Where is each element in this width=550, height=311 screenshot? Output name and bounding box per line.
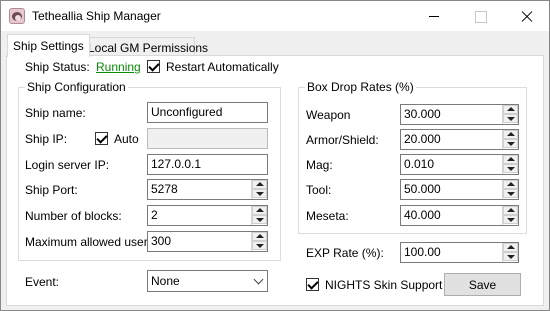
restart-automatically-checkbox[interactable] xyxy=(147,60,160,73)
max-users-label: Maximum allowed users: xyxy=(25,235,158,249)
window-title: Tetheallia Ship Manager xyxy=(32,9,161,23)
login-server-ip-label: Login server IP: xyxy=(25,158,110,172)
tool-rate-label: Tool: xyxy=(306,183,332,197)
armor-shield-rate-spin-buttons xyxy=(502,130,518,149)
ship-port-value: 5278 xyxy=(151,182,178,196)
max-users-down-button[interactable] xyxy=(252,241,267,250)
restart-automatically-label: Restart Automatically xyxy=(166,60,279,74)
meseta-rate-up-button[interactable] xyxy=(503,206,518,215)
ship-ip-auto-label: Auto xyxy=(114,132,139,146)
ship-name-field[interactable]: Unconfigured xyxy=(147,102,268,123)
ship-port-label: Ship Port: xyxy=(25,183,78,197)
armor-shield-rate-value: 20.000 xyxy=(404,132,441,146)
weapon-rate-stepper[interactable]: 30.000 xyxy=(400,104,519,125)
login-server-ip-field[interactable]: 127.0.0.1 xyxy=(147,154,268,175)
number-of-blocks-spin-buttons xyxy=(251,206,267,225)
armor-shield-rate-down-button[interactable] xyxy=(503,139,518,148)
ship-status-label: Ship Status: xyxy=(25,60,90,74)
number-of-blocks-down-button[interactable] xyxy=(252,215,267,224)
mag-rate-stepper[interactable]: 0.010 xyxy=(400,154,519,175)
nights-skin-support-label: NIGHTS Skin Support xyxy=(325,278,443,292)
event-selected-value: None xyxy=(151,274,180,288)
tab-ship-settings[interactable]: Ship Settings xyxy=(7,34,90,57)
tool-rate-spin-buttons xyxy=(502,180,518,199)
event-select[interactable]: None xyxy=(147,270,268,292)
weapon-rate-down-button[interactable] xyxy=(503,114,518,123)
mag-rate-value: 0.010 xyxy=(404,157,435,171)
ship-name-label: Ship name: xyxy=(25,106,86,120)
ship-ip-auto-checkbox[interactable] xyxy=(95,132,108,145)
ship-manager-window: Tetheallia Ship Manager Ship Settings Lo… xyxy=(0,0,550,311)
tool-rate-stepper[interactable]: 50.000 xyxy=(400,179,519,200)
ship-ip-field xyxy=(147,128,268,149)
ship-configuration-title: Ship Configuration xyxy=(25,80,128,94)
tab-local-gm-permissions[interactable]: Local GM Permissions xyxy=(82,37,208,57)
meseta-rate-label: Meseta: xyxy=(306,209,349,223)
armor-shield-rate-up-button[interactable] xyxy=(503,130,518,139)
number-of-blocks-up-button[interactable] xyxy=(252,206,267,215)
minimize-button[interactable] xyxy=(411,1,457,31)
exp-rate-value: 100.00 xyxy=(404,245,441,259)
weapon-rate-spin-buttons xyxy=(502,105,518,124)
exp-rate-up-button[interactable] xyxy=(503,243,518,252)
box-drop-rates-title: Box Drop Rates (%) xyxy=(305,80,416,94)
exp-rate-label: EXP Rate (%): xyxy=(306,246,384,260)
ship-port-up-button[interactable] xyxy=(252,180,267,189)
weapon-rate-value: 30.000 xyxy=(404,107,441,121)
max-users-value: 300 xyxy=(151,234,172,248)
event-label: Event: xyxy=(25,275,60,289)
close-button[interactable] xyxy=(503,1,549,31)
ship-port-down-button[interactable] xyxy=(252,189,267,198)
weapon-rate-label: Weapon xyxy=(306,108,351,122)
meseta-rate-down-button[interactable] xyxy=(503,215,518,224)
exp-rate-spin-buttons xyxy=(502,243,518,262)
exp-rate-stepper[interactable]: 100.00 xyxy=(400,242,519,263)
max-users-spin-buttons xyxy=(251,232,267,251)
armor-shield-rate-label: Armor/Shield: xyxy=(306,133,379,147)
app-icon xyxy=(9,8,25,24)
ship-port-spin-buttons xyxy=(251,180,267,199)
maximize-button xyxy=(457,1,503,31)
weapon-rate-up-button[interactable] xyxy=(503,105,518,114)
armor-shield-rate-stepper[interactable]: 20.000 xyxy=(400,129,519,150)
ship-status-value[interactable]: Running xyxy=(96,60,141,74)
tool-rate-down-button[interactable] xyxy=(503,189,518,198)
nights-skin-support-checkbox[interactable] xyxy=(306,278,319,291)
save-button[interactable]: Save xyxy=(444,273,521,296)
number-of-blocks-value: 2 xyxy=(151,208,158,222)
mag-rate-label: Mag: xyxy=(306,158,333,172)
mag-rate-up-button[interactable] xyxy=(503,155,518,164)
max-users-stepper[interactable]: 300 xyxy=(147,231,268,252)
ship-port-stepper[interactable]: 5278 xyxy=(147,179,268,200)
chevron-down-icon xyxy=(253,274,264,285)
title-bar: Tetheallia Ship Manager xyxy=(1,1,549,31)
tool-rate-value: 50.000 xyxy=(404,182,441,196)
tool-rate-up-button[interactable] xyxy=(503,180,518,189)
meseta-rate-stepper[interactable]: 40.000 xyxy=(400,205,519,226)
ship-ip-label: Ship IP: xyxy=(25,132,68,146)
mag-rate-down-button[interactable] xyxy=(503,164,518,173)
number-of-blocks-stepper[interactable]: 2 xyxy=(147,205,268,226)
mag-rate-spin-buttons xyxy=(502,155,518,174)
number-of-blocks-label: Number of blocks: xyxy=(25,209,122,223)
meseta-rate-value: 40.000 xyxy=(404,208,441,222)
max-users-up-button[interactable] xyxy=(252,232,267,241)
exp-rate-down-button[interactable] xyxy=(503,252,518,261)
meseta-rate-spin-buttons xyxy=(502,206,518,225)
